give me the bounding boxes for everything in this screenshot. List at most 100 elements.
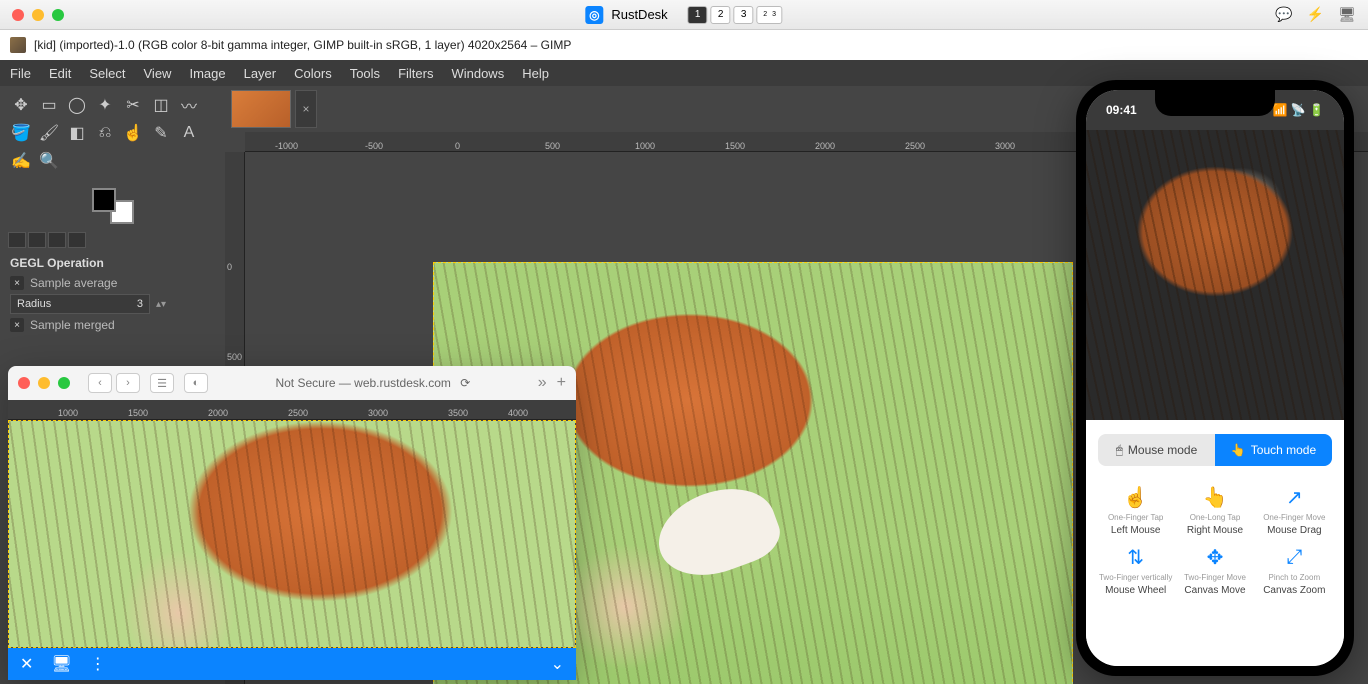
- touch-mode-label: Touch mode: [1251, 443, 1316, 457]
- minimize-window-icon[interactable]: [38, 377, 50, 389]
- move-tool-icon[interactable]: ✥: [8, 92, 34, 118]
- foreground-color-swatch[interactable]: [92, 188, 116, 212]
- image-thumbnail[interactable]: [231, 90, 291, 128]
- text-tool-icon[interactable]: A: [176, 120, 202, 146]
- stepper-icon[interactable]: ▴▾: [156, 299, 166, 310]
- chevron-down-icon[interactable]: ⌄: [551, 654, 564, 674]
- touch-mode-button[interactable]: 👆 Touch mode: [1215, 434, 1332, 466]
- maximize-window-icon[interactable]: [58, 377, 70, 389]
- safari-nav-buttons: ‹ ›: [88, 373, 140, 393]
- sample-average-label: Sample average: [30, 276, 117, 290]
- chat-icon[interactable]: 💬: [1275, 6, 1292, 23]
- rect-select-tool-icon[interactable]: ▭: [36, 92, 62, 118]
- phone-screen: 09:41 📶 📡 🔋 🖱 Mouse mode 👆 Touch mode ☝: [1086, 90, 1344, 666]
- ruler-tick: 4000: [508, 408, 528, 418]
- clone-tool-icon[interactable]: ⎌: [92, 120, 118, 146]
- gesture-canvas-zoom: ⤢ Pinch to Zoom Canvas Zoom: [1257, 544, 1332, 596]
- two-finger-vertical-icon: ⇅: [1123, 544, 1149, 570]
- minimize-window-icon[interactable]: [32, 9, 44, 21]
- more-options-icon[interactable]: ⋮: [90, 654, 106, 674]
- mac-top-strip: ◎ RustDesk 1 2 3 23 💬 ⚡ 🖥: [0, 0, 1368, 30]
- close-option-icon[interactable]: ×: [10, 276, 24, 290]
- crop-tool-icon[interactable]: ✂: [120, 92, 146, 118]
- menu-colors[interactable]: Colors: [294, 66, 332, 81]
- ruler-tick: 3000: [995, 141, 1015, 151]
- mouse-mode-button[interactable]: 🖱 Mouse mode: [1098, 434, 1215, 466]
- paintbrush-tool-icon[interactable]: 🖌: [36, 120, 62, 146]
- reload-icon[interactable]: ⟳: [460, 376, 470, 390]
- tool-options-panel: GEGL Operation × Sample average Radius 3…: [0, 252, 225, 338]
- panel-tab-1[interactable]: [8, 232, 26, 248]
- display-settings-icon[interactable]: 🖥: [51, 654, 71, 674]
- status-icons: 📶 📡 🔋: [1273, 103, 1325, 117]
- app-name: RustDesk: [611, 7, 667, 22]
- close-window-icon[interactable]: [12, 9, 24, 21]
- radius-label: Radius: [17, 298, 51, 310]
- phone-device: 09:41 📶 📡 🔋 🖱 Mouse mode 👆 Touch mode ☝: [1076, 80, 1354, 676]
- workspace-tab-3[interactable]: 3: [734, 6, 754, 24]
- close-option-icon[interactable]: ×: [10, 318, 24, 332]
- paths-tool-icon[interactable]: ✎: [148, 120, 174, 146]
- one-finger-move-icon: ↗: [1281, 484, 1307, 510]
- gesture-label: Right Mouse: [1187, 525, 1243, 536]
- menu-view[interactable]: View: [144, 66, 172, 81]
- phone-remote-view[interactable]: 09:41 📶 📡 🔋: [1086, 90, 1344, 420]
- ruler-tick: 1000: [635, 141, 655, 151]
- free-select-tool-icon[interactable]: ◯: [64, 92, 90, 118]
- ruler-tick: 2500: [288, 408, 308, 418]
- panel-tab-2[interactable]: [28, 232, 46, 248]
- smudge-tool-icon[interactable]: ☝: [120, 120, 146, 146]
- close-window-icon[interactable]: [18, 377, 30, 389]
- color-picker-tool-icon[interactable]: ✍: [8, 148, 34, 174]
- gesture-right-mouse: 👆 One-Long Tap Right Mouse: [1177, 484, 1252, 536]
- close-session-icon[interactable]: ✕: [20, 654, 33, 674]
- zoom-tool-icon[interactable]: 🔍: [36, 148, 62, 174]
- gimp-app-icon: [10, 37, 26, 53]
- traffic-lights: [12, 9, 64, 21]
- ruler-tick: 2000: [815, 141, 835, 151]
- phone-notch: [1155, 90, 1275, 116]
- fuzzy-select-tool-icon[interactable]: ✦: [92, 92, 118, 118]
- bolt-icon[interactable]: ⚡: [1307, 6, 1324, 23]
- display-icon[interactable]: 🖥: [1338, 6, 1356, 23]
- share-icon[interactable]: »: [538, 374, 547, 392]
- gesture-mouse-wheel: ⇅ Two-Finger vertically Mouse Wheel: [1098, 544, 1173, 596]
- workspace-tab-split[interactable]: 23: [757, 6, 783, 24]
- radius-input[interactable]: Radius 3: [10, 294, 150, 314]
- menu-windows[interactable]: Windows: [451, 66, 504, 81]
- web-remote-canvas[interactable]: [8, 420, 576, 648]
- forward-button[interactable]: ›: [116, 373, 140, 393]
- menu-select[interactable]: Select: [89, 66, 125, 81]
- ruler-tick: 1500: [128, 408, 148, 418]
- ruler-tick: 500: [227, 352, 242, 362]
- maximize-window-icon[interactable]: [52, 9, 64, 21]
- transform-tool-icon[interactable]: ◫: [148, 92, 174, 118]
- menu-image[interactable]: Image: [189, 66, 225, 81]
- menu-layer[interactable]: Layer: [244, 66, 277, 81]
- gesture-sub: Two-Finger Move: [1184, 573, 1246, 582]
- menu-file[interactable]: File: [10, 66, 31, 81]
- menu-filters[interactable]: Filters: [398, 66, 433, 81]
- sidebar-toggle-icon[interactable]: ☰: [150, 373, 174, 393]
- menu-edit[interactable]: Edit: [49, 66, 71, 81]
- new-tab-icon[interactable]: +: [557, 374, 566, 392]
- one-finger-tap-icon: ☝: [1123, 484, 1149, 510]
- ruler-tick: 3000: [368, 408, 388, 418]
- gesture-sub: One-Finger Tap: [1108, 513, 1163, 522]
- menu-tools[interactable]: Tools: [350, 66, 380, 81]
- panel-tab-3[interactable]: [48, 232, 66, 248]
- close-image-icon[interactable]: ×: [295, 90, 317, 128]
- workspace-tab-2[interactable]: 2: [711, 6, 731, 24]
- panel-tab-4[interactable]: [68, 232, 86, 248]
- menu-help[interactable]: Help: [522, 66, 549, 81]
- privacy-icon[interactable]: ◐: [184, 373, 208, 393]
- bucket-fill-tool-icon[interactable]: 🪣: [8, 120, 34, 146]
- address-bar[interactable]: Not Secure — web.rustdesk.com ⟳: [218, 376, 528, 390]
- workspace-tab-1[interactable]: 1: [688, 6, 708, 24]
- ruler-tick: 1000: [58, 408, 78, 418]
- back-button[interactable]: ‹: [88, 373, 112, 393]
- warp-tool-icon[interactable]: 〰: [176, 92, 202, 118]
- eraser-tool-icon[interactable]: ◧: [64, 120, 90, 146]
- safari-toolbar: ‹ › ☰ ◐ Not Secure — web.rustdesk.com ⟳ …: [8, 366, 576, 400]
- gesture-label: Mouse Wheel: [1105, 585, 1166, 596]
